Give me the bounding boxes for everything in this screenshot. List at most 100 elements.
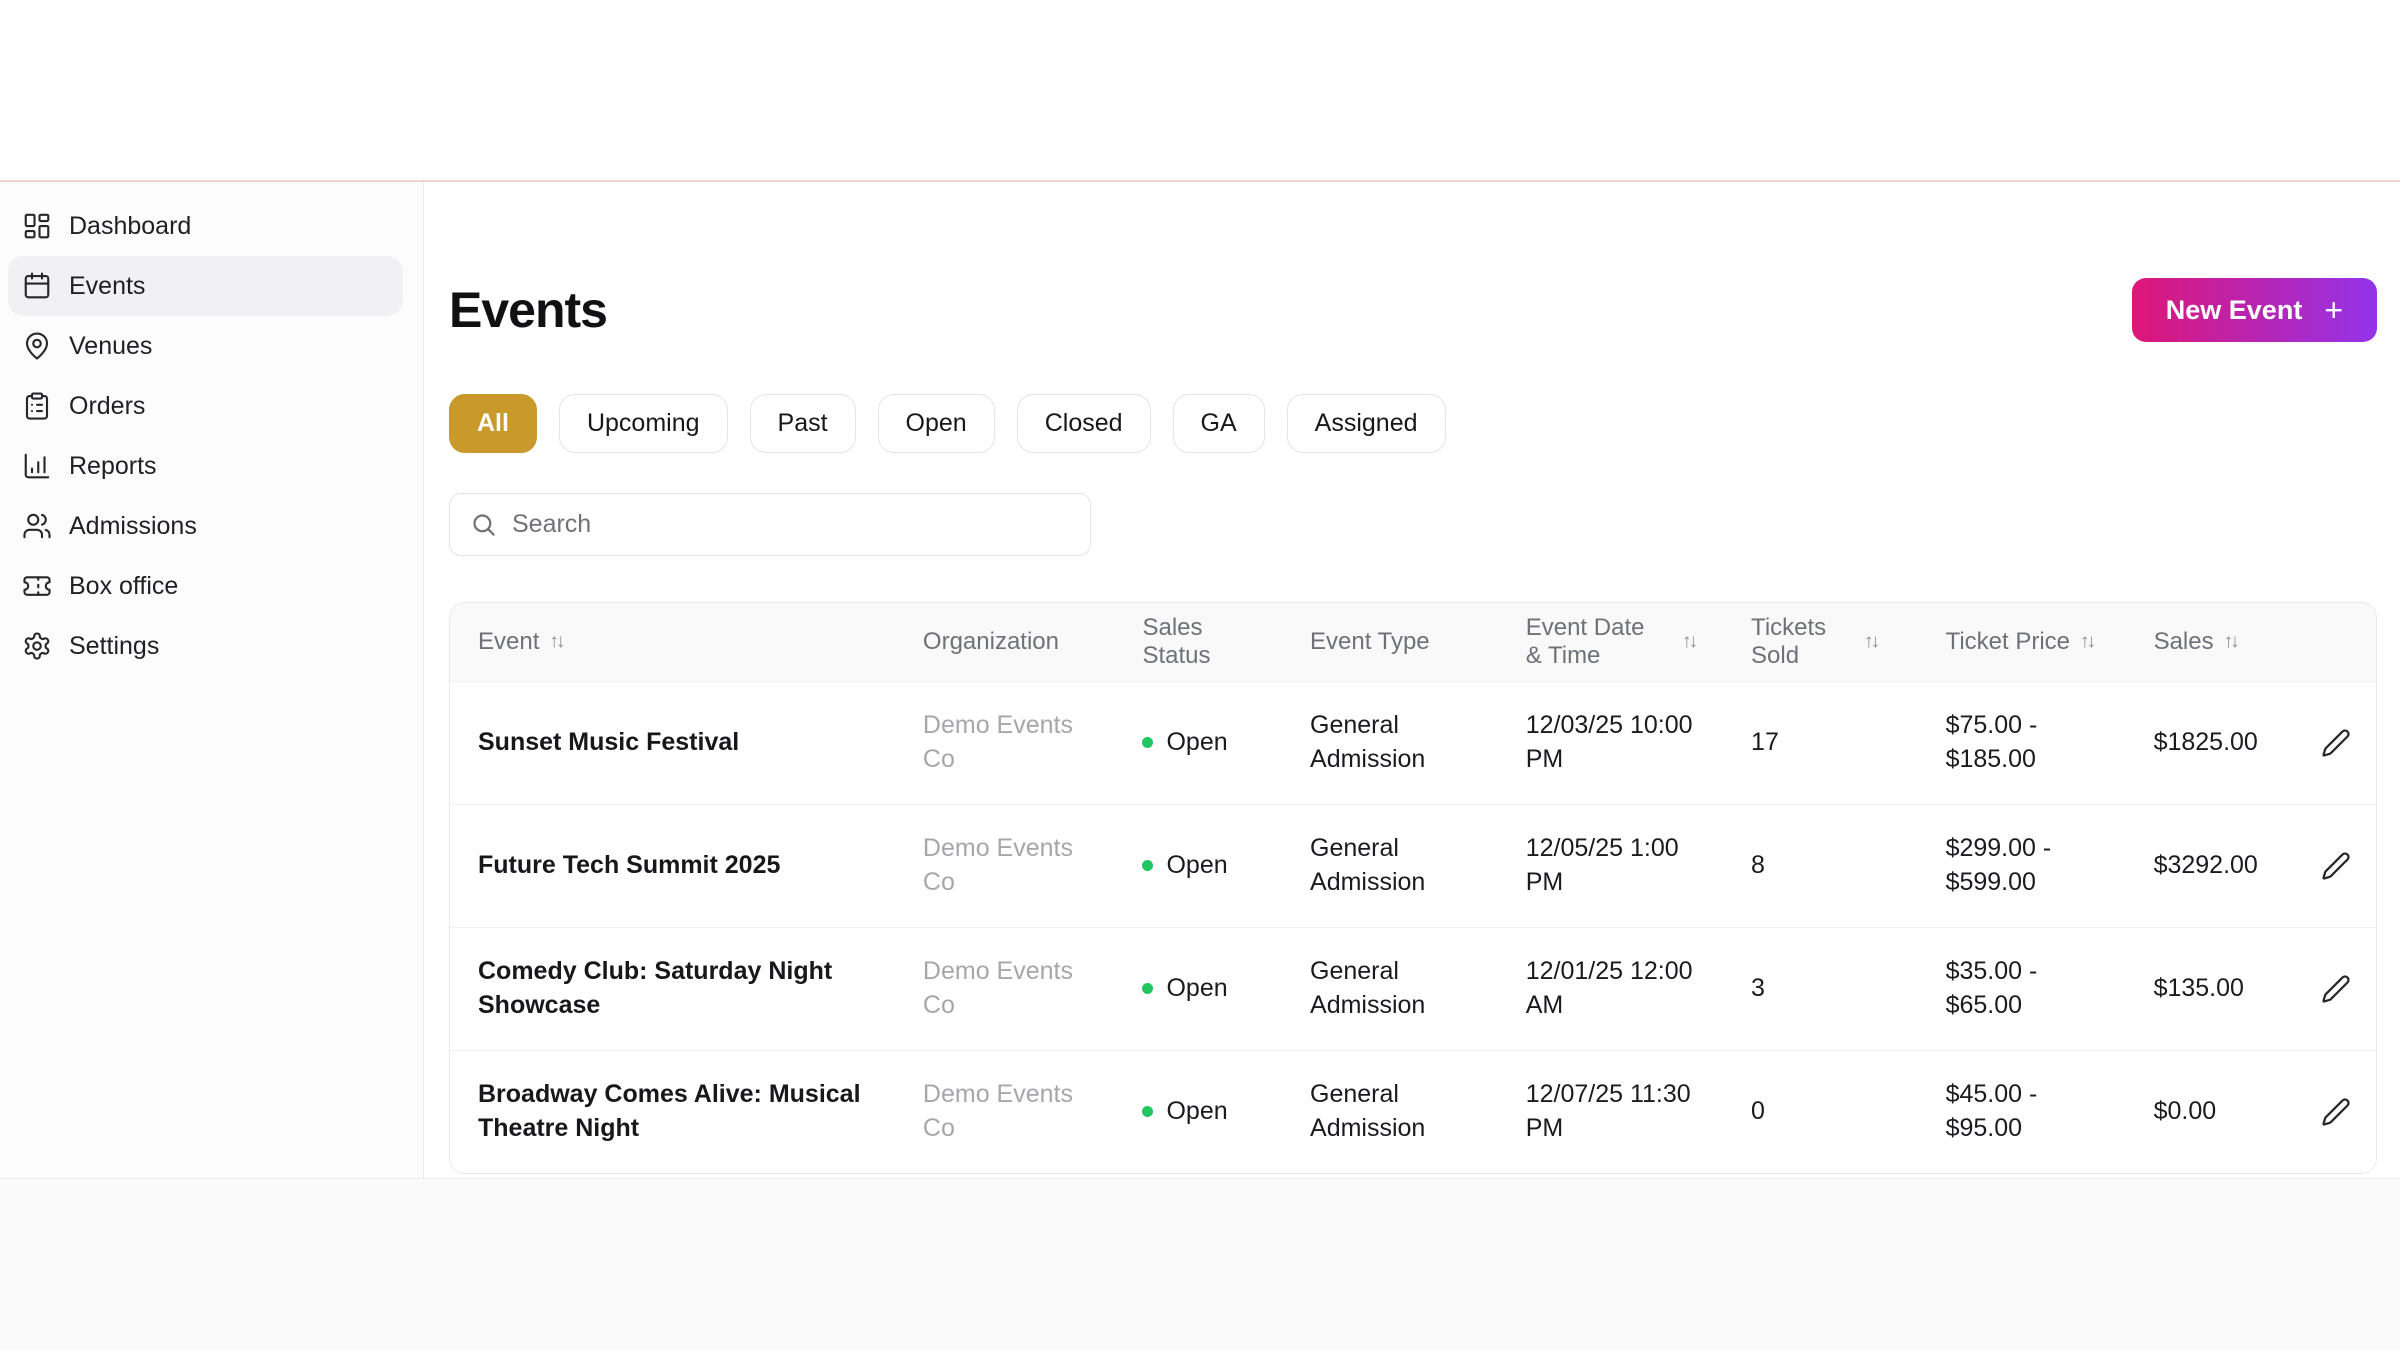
event-type: General Admission xyxy=(1310,833,1426,896)
map-pin-icon xyxy=(22,331,52,361)
sidebar-item-settings[interactable]: Settings xyxy=(8,616,403,676)
sidebar-item-label: Orders xyxy=(69,391,146,420)
page-background-bottom xyxy=(0,1178,2400,1350)
column-header-sales[interactable]: Sales ↑↓ xyxy=(2126,603,2290,681)
edit-event-button[interactable] xyxy=(2317,724,2355,762)
event-type: General Admission xyxy=(1310,710,1426,773)
sidebar-item-reports[interactable]: Reports xyxy=(8,436,403,496)
filter-chip-ga[interactable]: GA xyxy=(1172,394,1265,453)
sidebar-item-label: Box office xyxy=(69,571,179,600)
main-content: Events New Event + All Upcoming Past Ope… xyxy=(424,182,2400,1178)
event-actions xyxy=(2289,1050,2376,1173)
column-label: Event Type xyxy=(1310,627,1430,655)
sort-icon: ↑↓ xyxy=(1864,630,1880,652)
event-actions xyxy=(2289,804,2376,927)
event-type: General Admission xyxy=(1310,1080,1426,1142)
event-ticket-price: $45.00 - $95.00 xyxy=(1945,1080,2038,1142)
sidebar-item-label: Admissions xyxy=(69,511,197,540)
filter-chip-past[interactable]: Past xyxy=(749,394,856,453)
sort-icon: ↑↓ xyxy=(2080,630,2096,652)
sidebar-item-venues[interactable]: Venues xyxy=(8,316,403,376)
column-header-sales-status: Sales Status xyxy=(1114,603,1282,681)
edit-event-button[interactable] xyxy=(2317,847,2355,885)
event-name: Sunset Music Festival xyxy=(478,727,740,756)
clipboard-icon xyxy=(22,391,52,421)
new-event-button[interactable]: New Event + xyxy=(2131,278,2377,342)
status-dot xyxy=(1142,983,1154,994)
event-sales: $135.00 xyxy=(2153,973,2244,1002)
event-datetime: 12/01/25 12:00 AM xyxy=(1525,956,1693,1019)
event-sales-status: Open xyxy=(1114,804,1282,927)
filter-chip-upcoming[interactable]: Upcoming xyxy=(558,394,728,453)
column-header-tickets-sold[interactable]: Tickets Sold ↑↓ xyxy=(1723,603,1918,681)
status-label: Open xyxy=(1166,973,1228,1002)
event-sales-status: Open xyxy=(1114,681,1282,804)
edit-event-button[interactable] xyxy=(2317,1093,2355,1131)
new-event-label: New Event xyxy=(2165,294,2303,325)
event-name: Comedy Club: Saturday Night Showcase xyxy=(478,956,833,1019)
sidebar-item-dashboard[interactable]: Dashboard xyxy=(8,196,403,256)
sidebar-item-admissions[interactable]: Admissions xyxy=(8,496,403,556)
users-icon xyxy=(22,511,52,541)
filter-chip-open[interactable]: Open xyxy=(877,394,995,453)
column-header-event[interactable]: Event ↑↓ xyxy=(450,603,895,681)
event-sales: $1825.00 xyxy=(2153,727,2258,756)
column-header-organization: Organization xyxy=(895,603,1115,681)
table-row[interactable]: Comedy Club: Saturday Night Showcase Dem… xyxy=(450,927,2376,1050)
status-dot xyxy=(1142,860,1154,871)
sidebar-item-orders[interactable]: Orders xyxy=(8,376,403,436)
event-datetime: 12/05/25 1:00 PM xyxy=(1525,833,1679,896)
event-datetime: 12/07/25 11:30 PM xyxy=(1525,1080,1691,1142)
table-header-row: Event ↑↓ Organization Sales Status Event … xyxy=(450,603,2376,681)
events-table: Event ↑↓ Organization Sales Status Event … xyxy=(449,602,2377,1174)
filter-chip-all[interactable]: All xyxy=(449,394,537,453)
sort-icon: ↑↓ xyxy=(549,630,565,652)
sidebar: Dashboard Events Venues Orders Reports A… xyxy=(0,182,424,1178)
bar-chart-icon xyxy=(22,451,52,481)
event-organization: Demo Events Co xyxy=(922,833,1073,896)
sidebar-item-label: Venues xyxy=(69,331,153,360)
status-dot xyxy=(1142,1106,1154,1118)
event-tickets-sold: 0 xyxy=(1751,1096,1765,1125)
dashboard-icon xyxy=(22,211,52,241)
pencil-icon xyxy=(2322,1098,2350,1126)
column-header-actions xyxy=(2289,603,2376,681)
page-header: Events New Event + xyxy=(449,278,2377,342)
column-header-event-date[interactable]: Event Date & Time ↑↓ xyxy=(1498,603,1723,681)
table-row[interactable]: Future Tech Summit 2025 Demo Events Co O… xyxy=(450,804,2376,927)
sidebar-item-events[interactable]: Events xyxy=(8,256,403,316)
sort-icon: ↑↓ xyxy=(1682,630,1698,652)
event-ticket-price: $35.00 - $65.00 xyxy=(1945,956,2038,1019)
sidebar-item-box-office[interactable]: Box office xyxy=(8,556,403,616)
top-white-band xyxy=(0,0,2400,180)
sidebar-item-label: Reports xyxy=(69,451,157,480)
pencil-icon xyxy=(2322,728,2350,757)
gear-icon xyxy=(22,631,52,661)
edit-event-button[interactable] xyxy=(2317,970,2355,1008)
table-row[interactable]: Sunset Music Festival Demo Events Co Ope… xyxy=(450,681,2376,804)
column-header-ticket-price[interactable]: Ticket Price ↑↓ xyxy=(1918,603,2126,681)
column-label: Tickets Sold xyxy=(1751,613,1827,669)
event-organization: Demo Events Co xyxy=(922,710,1073,773)
event-sales-status: Open xyxy=(1114,1050,1282,1173)
sidebar-item-label: Dashboard xyxy=(69,211,192,240)
filter-chips: All Upcoming Past Open Closed GA Assigne… xyxy=(449,394,2377,453)
filter-chip-assigned[interactable]: Assigned xyxy=(1286,394,1446,453)
table-row[interactable]: Broadway Comes Alive: Musical Theatre Ni… xyxy=(450,1050,2376,1173)
column-label: Sales xyxy=(2153,627,2214,655)
page-title: Events xyxy=(449,282,608,338)
search-icon xyxy=(473,514,495,536)
event-tickets-sold: 8 xyxy=(1751,850,1765,879)
sort-icon: ↑↓ xyxy=(2223,630,2240,652)
status-label: Open xyxy=(1166,1096,1228,1125)
page: Dashboard Events Venues Orders Reports A… xyxy=(0,0,2400,1350)
search-input[interactable] xyxy=(512,510,1070,539)
filter-chip-closed[interactable]: Closed xyxy=(1016,394,1151,453)
event-actions xyxy=(2289,681,2376,804)
event-tickets-sold: 17 xyxy=(1751,727,1779,756)
column-label: Ticket Price xyxy=(1945,627,2071,655)
column-label: Event xyxy=(478,627,540,655)
sidebar-item-label: Events xyxy=(69,271,146,300)
event-ticket-price: $299.00 - $599.00 xyxy=(1945,833,2052,896)
event-sales: $3292.00 xyxy=(2153,850,2258,879)
